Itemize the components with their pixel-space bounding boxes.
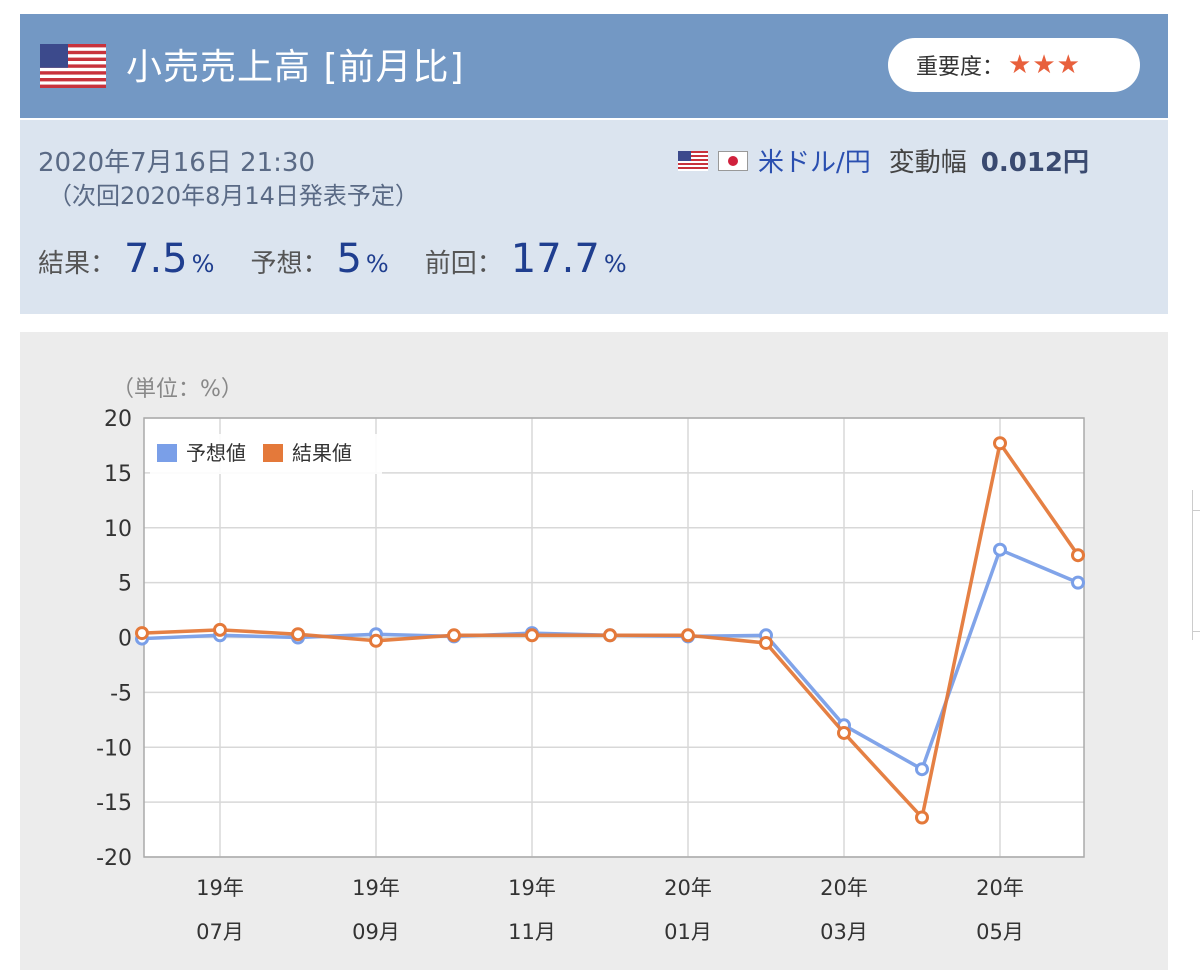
y-tick-label: 0 xyxy=(118,627,132,652)
data-point-forecast xyxy=(915,762,929,777)
legend-label-actual: 結果値 xyxy=(292,441,352,465)
data-point-actual xyxy=(1071,548,1085,563)
data-point-forecast xyxy=(993,542,1007,557)
result-percent: % xyxy=(191,250,215,278)
currency-pair-link[interactable]: 米ドル/円 xyxy=(758,142,871,179)
us-flag-icon xyxy=(40,44,106,88)
legend-label-forecast: 予想値 xyxy=(186,441,246,465)
release-info: 2020年7月16日 21:30 （次回2020年8月14日発表予定） 米ドル/… xyxy=(20,120,1168,314)
importance-stars: ★★★ xyxy=(1008,50,1081,80)
japan-flag-icon xyxy=(718,150,748,171)
release-date: 2020年7月16日 21:30 xyxy=(38,148,315,178)
result-label: 結果： xyxy=(38,249,117,279)
indicator-header: 小売売上高 [前月比] 重要度： ★★★ xyxy=(20,14,1168,118)
previous-label: 前回： xyxy=(424,249,503,279)
data-point-actual xyxy=(525,628,539,643)
data-point-actual xyxy=(681,628,695,643)
x-tick-month: 05月 xyxy=(976,920,1024,944)
data-point-actual xyxy=(213,622,227,637)
x-tick-month: 03月 xyxy=(820,920,868,944)
release-stats: 結果： 7.5 % 予想： 5 % 前回： 17.7 % xyxy=(38,236,663,282)
y-tick-label: 15 xyxy=(104,462,132,487)
x-tick-month: 01月 xyxy=(664,920,712,944)
forecast-value: 5 xyxy=(336,236,362,282)
previous-percent: % xyxy=(603,250,627,278)
edge-box xyxy=(1192,510,1200,632)
y-tick-label: -5 xyxy=(110,681,132,706)
y-tick-label: -20 xyxy=(96,846,132,871)
x-tick-month: 07月 xyxy=(196,920,244,944)
next-release: （次回2020年8月14日発表予定） xyxy=(48,182,419,210)
legend-swatch-forecast xyxy=(155,442,179,464)
y-tick-label: -15 xyxy=(96,791,132,816)
currency-pair: 米ドル/円 変動幅 0.012円 xyxy=(678,142,1089,179)
indicator-title: 小売売上高 [前月比] xyxy=(126,47,465,88)
x-tick-month: 11月 xyxy=(508,920,556,944)
unit-label: （単位：%） xyxy=(112,377,243,402)
data-point-actual xyxy=(603,628,617,643)
x-tick-year: 20年 xyxy=(820,876,868,900)
volatility-value: 0.012円 xyxy=(980,148,1090,178)
previous-value: 17.7 xyxy=(510,236,600,282)
data-point-forecast xyxy=(1071,575,1085,590)
y-tick-label: -10 xyxy=(96,736,132,761)
chart-panel: （単位：%） 20 15 10 5 0 -5 -10 -15 -20 19年 07月 19年 09月 19年… xyxy=(20,332,1168,970)
legend-swatch-actual xyxy=(261,442,285,464)
data-point-actual xyxy=(915,810,929,825)
data-point-actual xyxy=(837,725,851,740)
importance-label: 重要度： xyxy=(916,55,1005,80)
forecast-label: 予想： xyxy=(250,249,329,279)
data-point-actual xyxy=(291,627,305,642)
x-tick-year: 19年 xyxy=(196,876,244,900)
us-flag-icon xyxy=(678,150,708,171)
forecast-percent: % xyxy=(365,250,389,278)
data-point-actual xyxy=(447,628,461,643)
y-tick-label: 10 xyxy=(104,517,132,542)
x-tick-year: 19年 xyxy=(352,876,400,900)
x-tick-year: 20年 xyxy=(664,876,712,900)
importance-badge: 重要度： ★★★ xyxy=(888,38,1140,92)
data-point-actual xyxy=(759,635,773,650)
data-point-actual xyxy=(369,633,383,648)
result-value: 7.5 xyxy=(124,236,188,282)
volatility-label: 変動幅 xyxy=(888,148,967,178)
x-tick-year: 20年 xyxy=(976,876,1024,900)
data-point-actual xyxy=(135,626,149,641)
y-tick-label: 5 xyxy=(118,572,132,597)
page-edge-fragment xyxy=(1188,0,1200,970)
line-chart: （単位：%） 20 15 10 5 0 -5 -10 -15 -20 19年 07月 19年 09月 19年… xyxy=(96,377,1085,944)
y-tick-label: 20 xyxy=(104,407,132,432)
x-tick-year: 19年 xyxy=(508,876,556,900)
data-point-actual xyxy=(993,436,1007,451)
x-tick-month: 09月 xyxy=(352,920,400,944)
